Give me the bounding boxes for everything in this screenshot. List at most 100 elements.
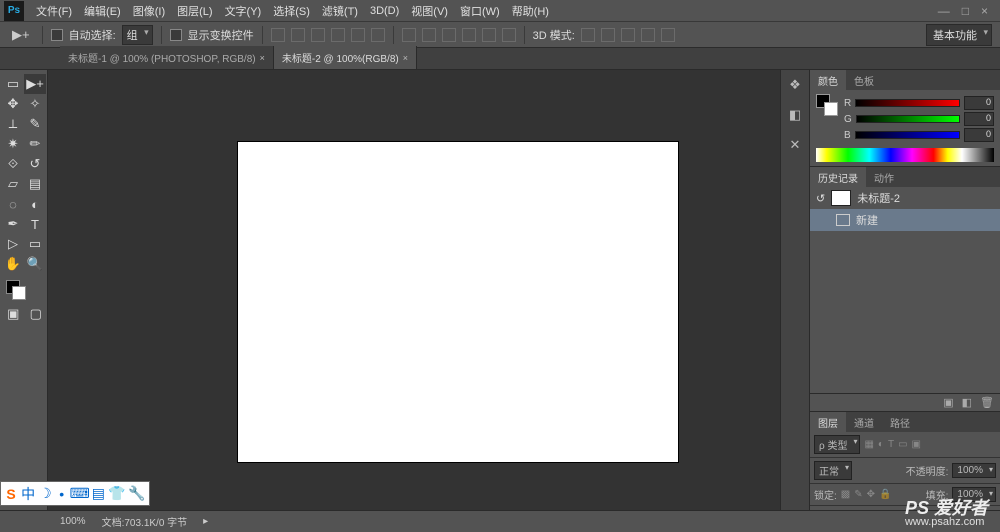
distribute-top-icon[interactable] — [402, 28, 416, 42]
new-document-from-state-icon[interactable]: ▣ — [943, 396, 953, 409]
eyedropper-tool[interactable]: ✎ — [24, 114, 46, 134]
menu-window[interactable]: 窗口(W) — [454, 0, 506, 22]
color-swatch-pair[interactable] — [816, 94, 838, 116]
autoselect-checkbox[interactable] — [51, 29, 63, 41]
window-maximize-button[interactable]: □ — [962, 4, 969, 18]
history-brush-source-icon[interactable]: ↺ — [816, 192, 825, 205]
distribute-hcenter-icon[interactable] — [482, 28, 496, 42]
lasso-tool[interactable]: ✥ — [2, 94, 24, 114]
r-value[interactable]: 0 — [964, 96, 994, 110]
zoom-level[interactable]: 100% — [60, 516, 86, 527]
quickmask-toggle[interactable]: ▣ — [4, 304, 23, 324]
blur-tool[interactable]: ◌ — [2, 194, 24, 214]
workspace-switcher[interactable]: 基本功能 — [926, 24, 992, 46]
document-tab-2[interactable]: 未标题-2 @ 100%(RGB/8) × — [274, 46, 417, 69]
distribute-vcenter-icon[interactable] — [422, 28, 436, 42]
close-icon[interactable]: × — [403, 53, 408, 63]
align-vcenter-icon[interactable] — [291, 28, 305, 42]
crop-tool[interactable]: ⟂ — [2, 114, 24, 134]
tab-actions[interactable]: 动作 — [866, 167, 902, 187]
tray-moon-icon[interactable]: ☽ — [39, 486, 52, 502]
tray-dot-icon[interactable]: • — [56, 486, 68, 502]
color-strip-icon[interactable]: ❖ — [786, 76, 804, 94]
move-tool[interactable]: ▶+ — [24, 74, 46, 94]
window-minimize-button[interactable]: — — [938, 4, 950, 18]
brush-tool[interactable]: ✏ — [24, 134, 46, 154]
hand-tool[interactable]: ✋ — [2, 254, 24, 274]
lock-position-icon[interactable]: ✥ — [867, 489, 875, 500]
align-bottom-icon[interactable] — [311, 28, 325, 42]
background-color-swatch[interactable] — [12, 286, 26, 300]
menu-layer[interactable]: 图层(L) — [171, 0, 218, 22]
tray-s-icon[interactable]: S — [5, 486, 17, 502]
3d-slide-icon[interactable] — [641, 28, 655, 42]
filter-smart-icon[interactable]: ▣ — [912, 439, 921, 450]
pen-tool[interactable]: ✒ — [2, 214, 24, 234]
3d-scale-icon[interactable] — [661, 28, 675, 42]
magic-wand-tool[interactable]: ✧ — [24, 94, 46, 114]
history-snapshot[interactable]: ↺ 未标题-2 — [810, 187, 1000, 209]
g-slider[interactable] — [856, 115, 960, 123]
tray-keyboard-icon[interactable]: ⌨ — [72, 486, 88, 502]
3d-roll-icon[interactable] — [601, 28, 615, 42]
lock-transparency-icon[interactable]: ▩ — [841, 489, 850, 500]
align-right-icon[interactable] — [371, 28, 385, 42]
screenmode-toggle[interactable]: ▢ — [27, 304, 46, 324]
b-slider[interactable] — [855, 131, 960, 139]
document-tab-1[interactable]: 未标题-1 @ 100% (PHOTOSHOP, RGB/8) × — [60, 46, 274, 69]
menu-type[interactable]: 文字(Y) — [219, 0, 268, 22]
filter-shape-icon[interactable]: ▭ — [898, 439, 907, 450]
doc-info[interactable]: 文档:703.1K/0 字节 — [102, 514, 188, 529]
filter-adjust-icon[interactable]: ◐ — [878, 439, 884, 450]
b-value[interactable]: 0 — [964, 128, 994, 142]
delete-state-icon[interactable]: 🗑 — [980, 396, 994, 409]
clone-stamp-tool[interactable]: ⟐ — [2, 154, 24, 174]
marquee-tool[interactable]: ▭ — [2, 74, 24, 94]
zoom-tool[interactable]: 🔍 — [24, 254, 46, 274]
g-value[interactable]: 0 — [964, 112, 994, 126]
menu-image[interactable]: 图像(I) — [127, 0, 171, 22]
close-icon[interactable]: × — [260, 53, 265, 63]
new-snapshot-icon[interactable]: ◧ — [962, 396, 972, 409]
adjustments-strip-icon[interactable]: ◧ — [786, 106, 804, 124]
tab-layers[interactable]: 图层 — [810, 412, 846, 432]
align-top-icon[interactable] — [271, 28, 285, 42]
status-chevron-icon[interactable]: ▸ — [203, 516, 208, 527]
lock-pixels-icon[interactable]: ✎ — [854, 489, 862, 500]
align-left-icon[interactable] — [331, 28, 345, 42]
tab-channels[interactable]: 通道 — [846, 412, 882, 432]
distribute-left-icon[interactable] — [462, 28, 476, 42]
tab-paths[interactable]: 路径 — [882, 412, 918, 432]
document-canvas[interactable] — [238, 142, 678, 462]
menu-filter[interactable]: 滤镜(T) — [316, 0, 364, 22]
styles-strip-icon[interactable]: ✕ — [786, 136, 804, 154]
layer-filter-select[interactable]: ρ 类型 — [814, 435, 860, 454]
window-close-button[interactable]: × — [981, 4, 988, 18]
tray-ime-icon[interactable]: 中 — [21, 486, 35, 502]
menu-help[interactable]: 帮助(H) — [506, 0, 555, 22]
filter-type-icon[interactable]: T — [888, 439, 894, 450]
tab-swatches[interactable]: 色板 — [846, 70, 882, 90]
show-transform-checkbox[interactable] — [170, 29, 182, 41]
menu-3d[interactable]: 3D(D) — [364, 2, 405, 20]
type-tool[interactable]: T — [24, 214, 46, 234]
history-brush-tool[interactable]: ↺ — [24, 154, 46, 174]
path-select-tool[interactable]: ▷ — [2, 234, 24, 254]
menu-edit[interactable]: 编辑(E) — [78, 0, 127, 22]
healing-brush-tool[interactable]: ✷ — [2, 134, 24, 154]
dodge-tool[interactable]: ◐ — [24, 194, 46, 214]
menu-select[interactable]: 选择(S) — [267, 0, 316, 22]
tray-book-icon[interactable]: ▤ — [92, 486, 105, 502]
color-spectrum[interactable] — [816, 148, 994, 162]
tray-wrench-icon[interactable]: 🔧 — [129, 486, 145, 502]
3d-rotate-icon[interactable] — [581, 28, 595, 42]
gradient-tool[interactable]: ▤ — [24, 174, 46, 194]
r-slider[interactable] — [855, 99, 960, 107]
lock-all-icon[interactable]: 🔒 — [879, 489, 891, 500]
distribute-right-icon[interactable] — [502, 28, 516, 42]
menu-file[interactable]: 文件(F) — [30, 0, 78, 22]
align-hcenter-icon[interactable] — [351, 28, 365, 42]
3d-pan-icon[interactable] — [621, 28, 635, 42]
history-step[interactable]: 新建 — [810, 209, 1000, 231]
opacity-input[interactable]: 100% — [952, 463, 996, 478]
